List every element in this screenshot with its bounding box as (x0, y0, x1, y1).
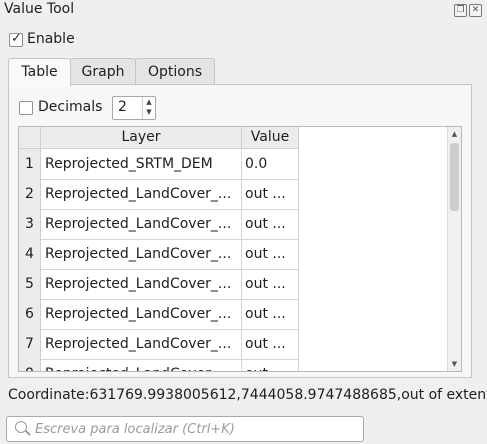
layer-cell[interactable]: Reprojected_LandCover_... (41, 299, 242, 330)
tab-options[interactable]: Options (135, 58, 215, 85)
tab-options-label: Options (147, 64, 203, 80)
float-window-icon[interactable]: ❐ (454, 4, 467, 17)
layer-cell[interactable]: Reprojected_LandCover_... (41, 359, 242, 371)
value-cell[interactable]: 0.0 (241, 149, 299, 180)
value-cell[interactable]: out ... (241, 239, 299, 270)
row-number: 5 (19, 269, 41, 300)
tab-graph[interactable]: Graph (70, 58, 136, 85)
layer-cell[interactable]: Reprojected_LandCover_... (41, 209, 242, 240)
table-row[interactable]: 2 Reprojected_LandCover_... out ... (19, 179, 299, 210)
row-number: 2 (19, 179, 41, 210)
table-row[interactable]: 3 Reprojected_LandCover_... out ... (19, 209, 299, 240)
locator-search-bar[interactable] (6, 416, 364, 442)
row-number: 4 (19, 239, 41, 270)
table-row[interactable]: 1 Reprojected_SRTM_DEM 0.0 (19, 149, 299, 180)
spin-down-icon[interactable]: ▼ (143, 107, 155, 117)
table-vertical-scrollbar[interactable]: ▲ ▼ (447, 127, 461, 371)
column-header-layer[interactable]: Layer (41, 127, 242, 149)
search-icon (15, 421, 27, 433)
decimals-checkbox[interactable] (19, 101, 33, 115)
value-cell[interactable]: out ... (241, 329, 299, 360)
scrollbar-thumb[interactable] (450, 143, 459, 211)
close-icon[interactable]: ✕ (469, 4, 482, 17)
coordinate-readout: Coordinate:631769.9938005612,7444058.974… (8, 387, 487, 403)
row-header-corner (19, 127, 41, 149)
row-number: 6 (19, 299, 41, 330)
decimals-label: Decimals (38, 99, 103, 115)
table-row[interactable]: 8 Reprojected_LandCover_... out ... (19, 359, 299, 371)
tab-table-label: Table (21, 64, 58, 80)
checkmark-icon: ✓ (11, 31, 22, 46)
layer-cell[interactable]: Reprojected_SRTM_DEM (41, 149, 242, 180)
row-number: 7 (19, 329, 41, 360)
scroll-down-icon[interactable]: ▼ (448, 357, 461, 371)
table-row[interactable]: 4 Reprojected_LandCover_... out ... (19, 239, 299, 270)
column-header-value[interactable]: Value (242, 127, 299, 149)
value-cell[interactable]: out ... (241, 359, 299, 371)
layer-cell[interactable]: Reprojected_LandCover_... (41, 179, 242, 210)
layer-cell[interactable]: Reprojected_LandCover_... (41, 269, 242, 300)
decimals-spinbox[interactable]: 2 ▲ ▼ (112, 96, 156, 120)
tab-table[interactable]: Table (8, 58, 71, 86)
enable-checkbox[interactable]: ✓ (9, 31, 23, 47)
row-number: 8 (19, 359, 41, 371)
row-number: 3 (19, 209, 41, 240)
spin-arrows[interactable]: ▲ ▼ (142, 97, 155, 119)
tab-graph-label: Graph (81, 64, 125, 80)
value-cell[interactable]: out ... (241, 269, 299, 300)
values-table: Layer Value 1 Reprojected_SRTM_DEM 0.0 2… (18, 126, 462, 372)
window-title: Value Tool (4, 1, 75, 17)
enable-label: Enable (27, 31, 75, 47)
layer-cell[interactable]: Reprojected_LandCover_... (41, 239, 242, 270)
locator-search-input[interactable] (33, 419, 357, 439)
table-row[interactable]: 5 Reprojected_LandCover_... out ... (19, 269, 299, 300)
value-cell[interactable]: out ... (241, 179, 299, 210)
layer-cell[interactable]: Reprojected_LandCover_... (41, 329, 242, 360)
value-cell[interactable]: out ... (241, 299, 299, 330)
value-cell[interactable]: out ... (241, 209, 299, 240)
dock-title-bar: Value Tool ❐ ✕ (0, 0, 487, 22)
table-row[interactable]: 6 Reprojected_LandCover_... out ... (19, 299, 299, 330)
table-row[interactable]: 7 Reprojected_LandCover_... out ... (19, 329, 299, 360)
scroll-up-icon[interactable]: ▲ (448, 127, 461, 141)
spin-up-icon[interactable]: ▲ (143, 97, 155, 107)
decimals-value: 2 (118, 99, 127, 115)
row-number: 1 (19, 149, 41, 180)
